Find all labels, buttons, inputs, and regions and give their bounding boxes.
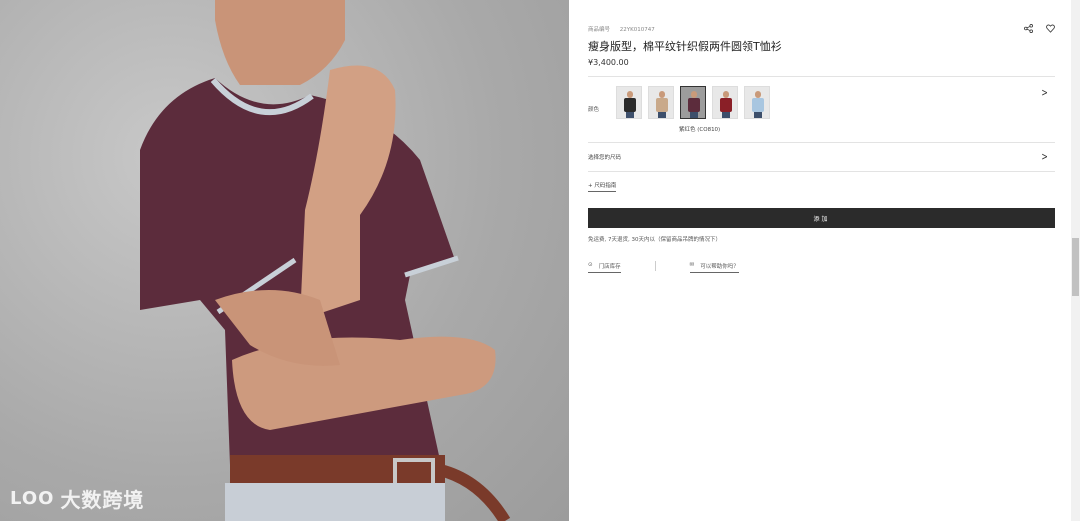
store-links: ⊙ 门店库存 ✉ 可以帮助你吗？ [588, 261, 739, 273]
divider [588, 76, 1055, 77]
product-title: 瘦身版型，棉平纹针织假两件圆领T恤衫 [588, 40, 782, 53]
chevron-right-icon[interactable]: > [1041, 150, 1047, 163]
chevron-right-icon[interactable]: > [1041, 86, 1047, 99]
size-guide-link[interactable]: + 尺码指南 [588, 181, 617, 192]
watermark-logo: LOO [10, 488, 55, 509]
product-code: 22YK010747 [619, 27, 655, 33]
product-detail-panel: 商品编号 22YK010747 瘦身版型，棉平纹针织假两件圆领T恤衫 ¥3,40… [588, 0, 1055, 521]
model-illustration [140, 0, 511, 521]
help-link[interactable]: ✉ 可以帮助你吗？ [689, 262, 739, 273]
help-label: 可以帮助你吗？ [700, 264, 739, 270]
color-swatches [616, 86, 770, 119]
color-label: 颜色 [588, 107, 600, 113]
watermark-text: 大数跨境 [60, 488, 145, 512]
find-in-store-link[interactable]: ⊙ 门店库存 [588, 262, 621, 273]
color-swatch-beige[interactable] [648, 86, 674, 119]
heart-icon[interactable] [1045, 24, 1055, 34]
watermark: LOO 大数跨境 [10, 484, 144, 513]
product-actions [1023, 24, 1055, 34]
color-swatch-lightblue[interactable] [744, 86, 770, 119]
color-swatch-red[interactable] [712, 86, 738, 119]
add-to-cart-button[interactable]: 添加 [588, 208, 1055, 228]
color-swatch-black[interactable] [616, 86, 642, 119]
share-icon[interactable] [1023, 24, 1033, 34]
size-selector[interactable]: 选择您的尺码 [588, 153, 621, 161]
divider [588, 142, 1055, 143]
scrollbar-track[interactable] [1071, 0, 1080, 521]
location-pin-icon: ⊙ [588, 262, 593, 268]
find-in-store-label: 门店库存 [598, 264, 621, 270]
selected-color-name: 紫红色 (CO810) [679, 127, 721, 133]
shipping-info: 免运费, 7天退货, 30天内以（保留商品吊牌的情况下） [588, 237, 721, 243]
product-code-label: 商品编号 [588, 27, 611, 33]
product-image[interactable]: LOO 大数跨境 [0, 0, 569, 521]
divider [654, 261, 656, 271]
divider [588, 171, 1055, 172]
color-swatch-plum[interactable] [680, 86, 706, 119]
scrollbar-thumb[interactable] [1072, 238, 1079, 296]
product-meta: 商品编号 22YK010747 [588, 25, 663, 33]
chat-icon: ✉ [689, 262, 695, 268]
product-price: ¥3,400.00 [588, 58, 629, 67]
